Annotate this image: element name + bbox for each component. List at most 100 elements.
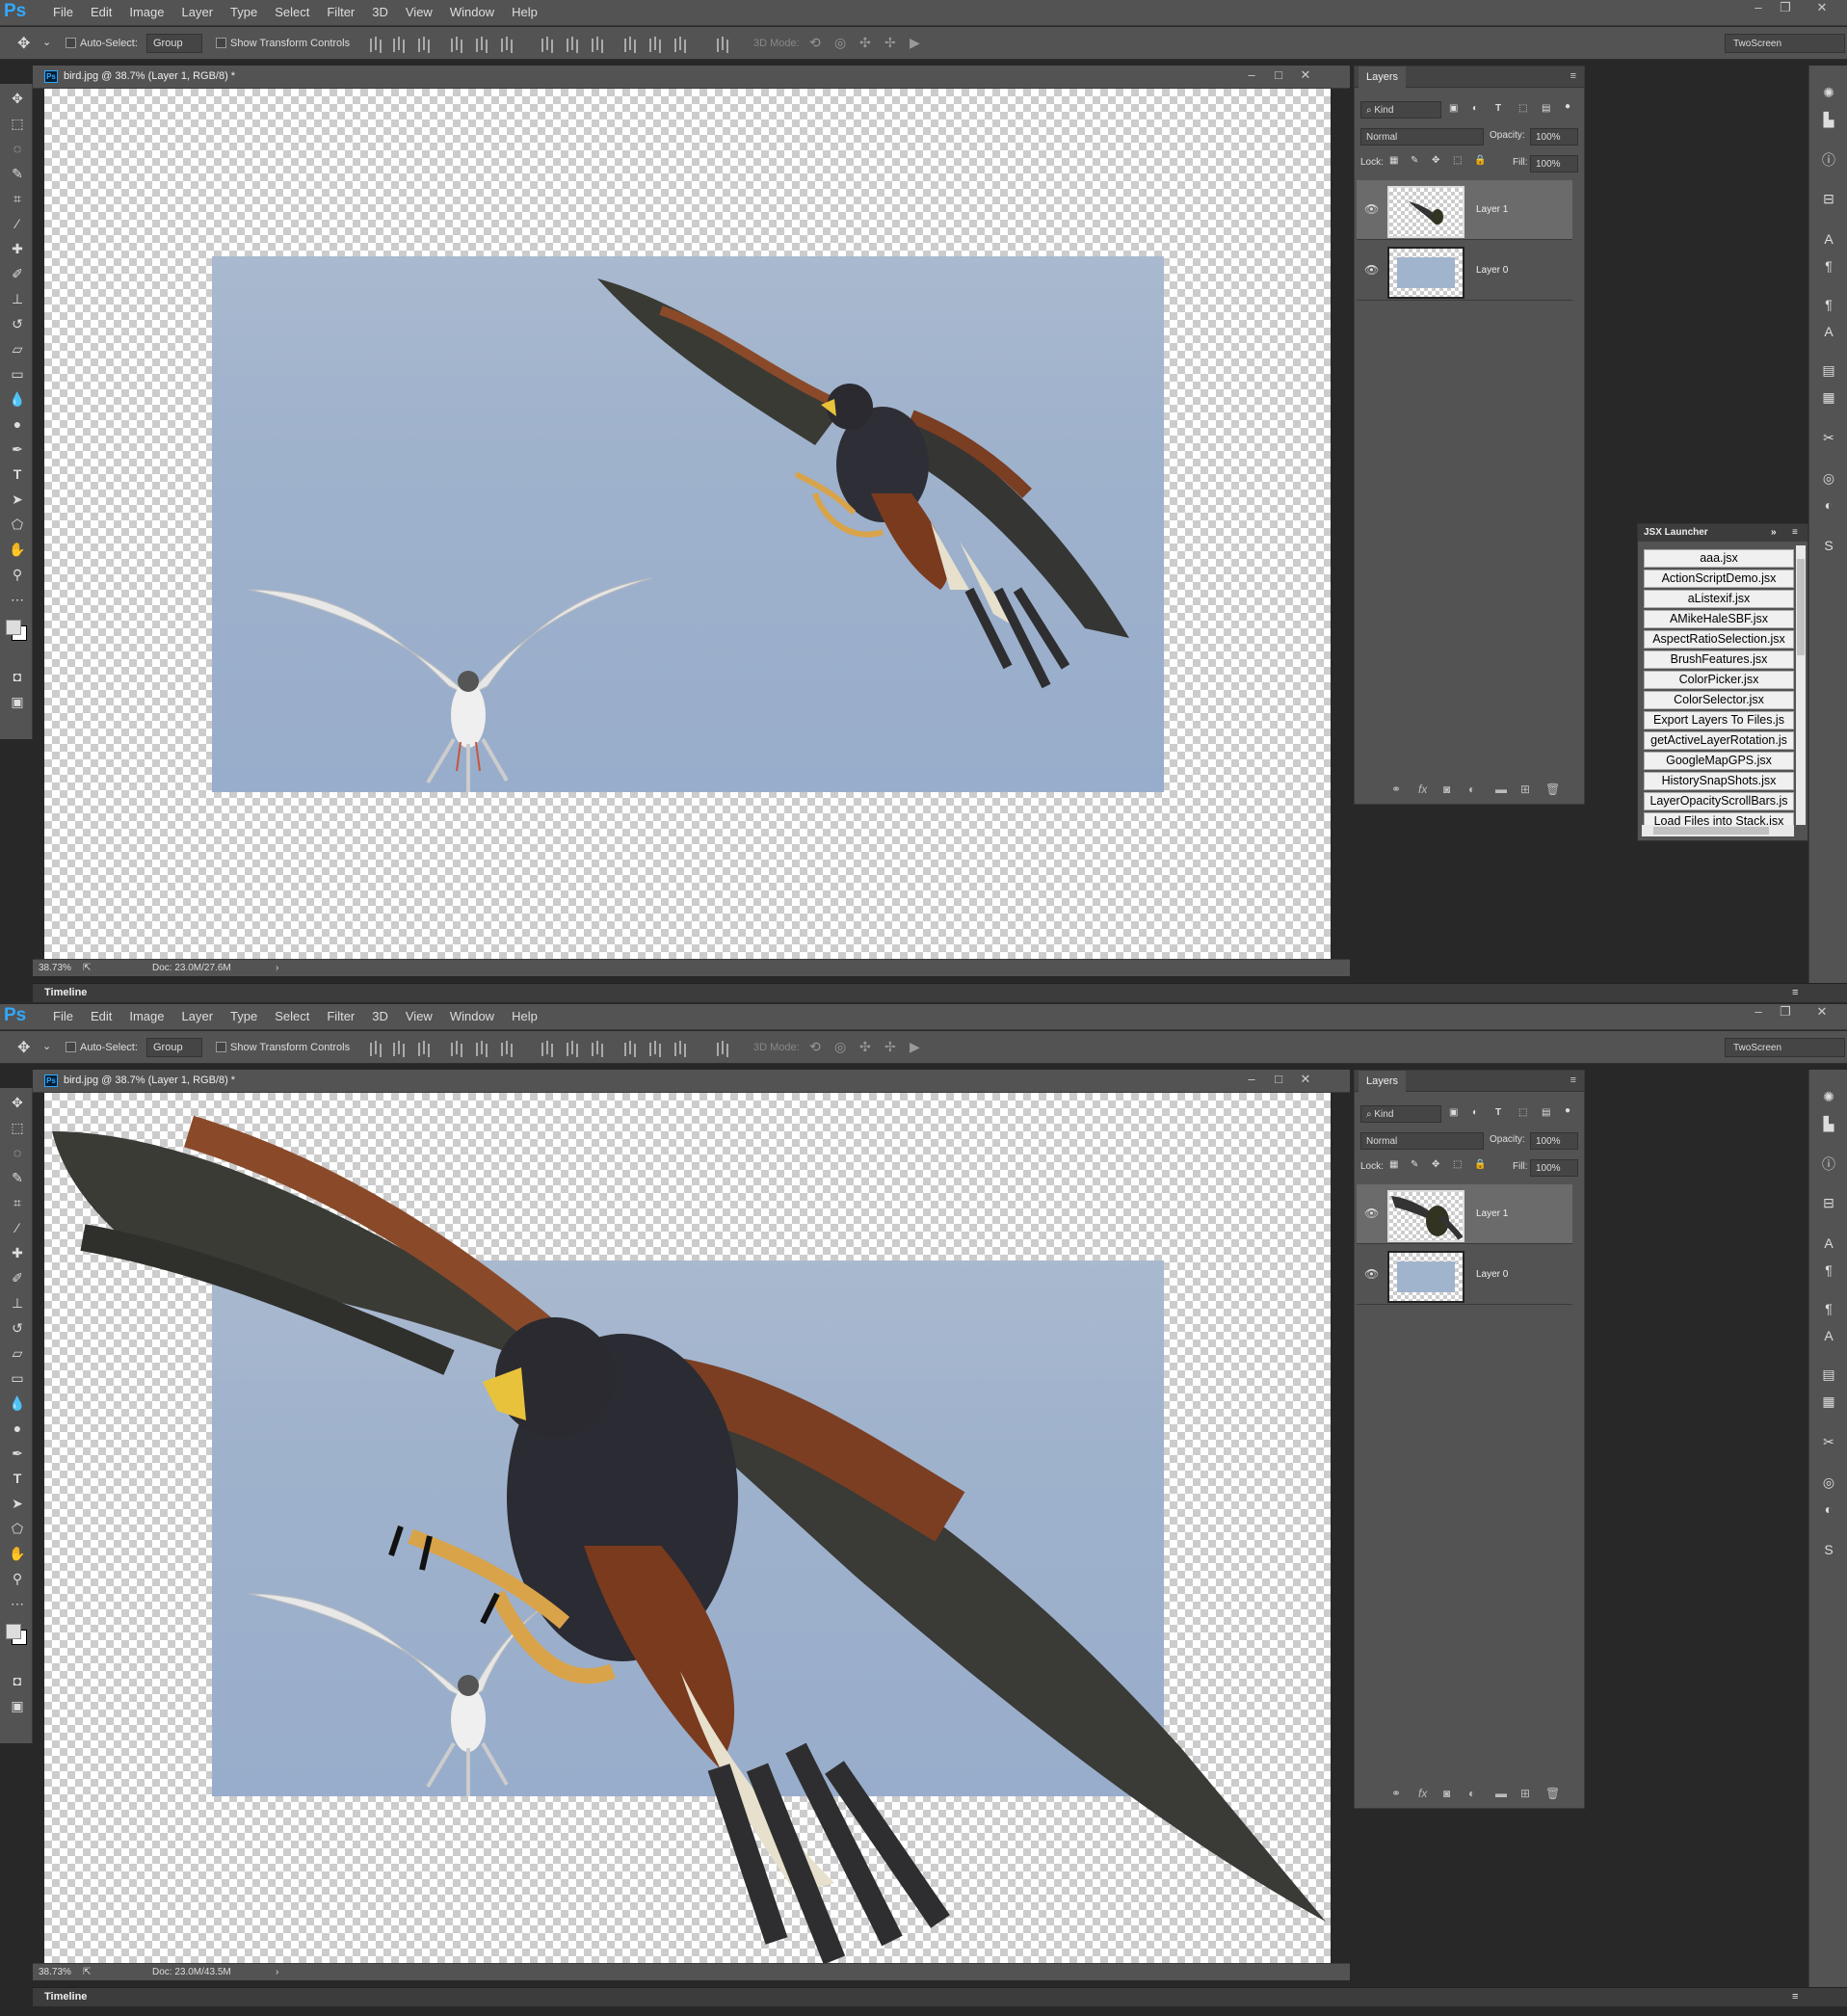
adjustments-icon[interactable]: ◐ xyxy=(1819,495,1838,515)
menu-select[interactable]: Select xyxy=(266,5,318,19)
align-right-icon[interactable] xyxy=(499,36,515,51)
pen-tool-icon[interactable]: ✒ xyxy=(7,1443,28,1464)
layer-comps-icon[interactable]: ▤ xyxy=(1819,360,1838,380)
quick-mask-icon[interactable]: ◘ xyxy=(7,1670,28,1691)
lasso-tool-icon[interactable]: ◌ xyxy=(7,1142,28,1163)
crop-tool-icon[interactable]: ⌗ xyxy=(7,188,28,209)
minimize-icon[interactable]: – xyxy=(1746,0,1771,17)
quick-mask-icon[interactable]: ◘ xyxy=(7,666,28,687)
healing-brush-icon[interactable]: ✚ xyxy=(7,1242,28,1263)
menu-filter[interactable]: Filter xyxy=(318,5,363,19)
dodge-tool-icon[interactable]: ● xyxy=(7,1418,28,1439)
histogram-icon[interactable]: ▙ xyxy=(1819,110,1838,129)
eyedropper-tool-icon[interactable]: ⁄ xyxy=(7,1217,28,1238)
marquee-tool-icon[interactable]: ⬚ xyxy=(7,1117,28,1138)
eye-icon[interactable]: 👁 xyxy=(1364,263,1379,277)
panel-menu-icon[interactable]: ≡ xyxy=(1792,527,1798,538)
lock-position-icon[interactable]: ✥ xyxy=(1432,1159,1439,1179)
filter-toggle-icon[interactable]: ● xyxy=(1565,1105,1570,1125)
menu-layer[interactable]: Layer xyxy=(173,1009,223,1023)
distribute-vcenter-icon[interactable] xyxy=(565,36,580,51)
document-canvas[interactable] xyxy=(44,89,1331,959)
fx-icon[interactable]: fx xyxy=(1418,1787,1427,1800)
filter-shape-icon[interactable]: ⬚ xyxy=(1518,103,1527,122)
healing-brush-icon[interactable]: ✚ xyxy=(7,238,28,259)
close-icon[interactable]: ✕ xyxy=(1295,67,1316,83)
align-bottom-icon[interactable] xyxy=(416,1040,432,1055)
adjustments-icon[interactable]: ◐ xyxy=(1819,1499,1838,1519)
menu-file[interactable]: File xyxy=(44,5,82,19)
jsx-launcher-icon[interactable]: S xyxy=(1819,1540,1838,1559)
menu-layer[interactable]: Layer xyxy=(173,5,223,19)
close-icon[interactable]: ✕ xyxy=(1809,0,1834,17)
jsx-script-button[interactable]: AMikeHaleSBF.jsx xyxy=(1644,610,1794,628)
layer-comps-icon[interactable]: ▤ xyxy=(1819,1365,1838,1384)
quick-select-tool-icon[interactable]: ✎ xyxy=(7,1167,28,1188)
distribute-left-icon[interactable] xyxy=(622,36,638,51)
properties-icon[interactable]: ⊟ xyxy=(1819,189,1838,208)
restore-icon[interactable]: ❐ xyxy=(1773,1004,1798,1021)
menu-view[interactable]: View xyxy=(397,1009,441,1023)
menu-window[interactable]: Window xyxy=(441,5,503,19)
jsx-script-button[interactable]: aListexif.jsx xyxy=(1644,590,1794,608)
jsx-script-button[interactable]: ColorSelector.jsx xyxy=(1644,691,1794,709)
workspace-dropdown[interactable]: TwoScreen xyxy=(1725,1038,1845,1057)
info-icon[interactable]: ⓘ xyxy=(1819,1154,1838,1174)
eraser-tool-icon[interactable]: ▱ xyxy=(7,338,28,359)
mask-icon[interactable]: ◙ xyxy=(1443,783,1450,796)
lock-transparency-icon[interactable]: ▦ xyxy=(1389,1159,1398,1179)
move-tool-icon[interactable]: ✥ xyxy=(7,1092,28,1113)
menu-type[interactable]: Type xyxy=(222,5,266,19)
menu-edit[interactable]: Edit xyxy=(82,1009,120,1023)
align-left-icon[interactable] xyxy=(449,1040,464,1055)
menu-type[interactable]: Type xyxy=(222,1009,266,1023)
path-select-icon[interactable]: ➤ xyxy=(7,1493,28,1514)
eye-icon[interactable]: 👁 xyxy=(1364,1207,1379,1220)
pan-3d-icon[interactable]: ✣ xyxy=(859,35,871,51)
eyedropper-tool-icon[interactable]: ⁄ xyxy=(7,213,28,234)
chevron-down-icon[interactable]: ⌄ xyxy=(42,36,51,48)
align-top-icon[interactable] xyxy=(368,36,383,51)
distribute-right-icon[interactable] xyxy=(673,36,688,51)
close-icon[interactable]: ✕ xyxy=(1295,1072,1316,1087)
distribute-bottom-icon[interactable] xyxy=(590,36,605,51)
chevron-down-icon[interactable]: ⌄ xyxy=(42,1040,51,1052)
mask-icon[interactable]: ◙ xyxy=(1443,1787,1450,1800)
screen-mode-icon[interactable]: ▣ xyxy=(7,691,28,712)
eye-icon[interactable]: 👁 xyxy=(1364,202,1379,216)
distribute-top-icon[interactable] xyxy=(540,1040,555,1055)
folder-icon[interactable]: ▬ xyxy=(1495,1787,1507,1800)
menu-select[interactable]: Select xyxy=(266,1009,318,1023)
layer-row[interactable]: 👁 Layer 0 xyxy=(1357,241,1572,301)
filter-pixel-icon[interactable]: ▣ xyxy=(1449,103,1458,122)
menu-edit[interactable]: Edit xyxy=(82,5,120,19)
zoom-readout[interactable]: 38.73% xyxy=(39,963,71,973)
folder-icon[interactable]: ▬ xyxy=(1495,783,1507,796)
jsx-script-button[interactable]: ColorPicker.jsx xyxy=(1644,671,1794,689)
jsx-script-button[interactable]: HistorySnapShots.jsx xyxy=(1644,772,1794,790)
close-icon[interactable]: ✕ xyxy=(1809,1004,1834,1021)
filter-pixel-icon[interactable]: ▣ xyxy=(1449,1107,1458,1127)
glyphs-icon[interactable]: A xyxy=(1819,1326,1838,1345)
auto-select-dropdown[interactable]: Group xyxy=(146,1038,202,1057)
gradient-tool-icon[interactable]: ▭ xyxy=(7,1367,28,1389)
distribute-left-icon[interactable] xyxy=(622,1040,638,1055)
timeline-panel[interactable]: Timeline ≡ xyxy=(33,983,1847,1002)
auto-select-dropdown[interactable]: Group xyxy=(146,34,202,53)
scale-3d-icon[interactable]: ▶ xyxy=(910,1039,920,1055)
layer-filter-dropdown[interactable]: ⌕ Kind xyxy=(1360,1105,1441,1123)
align-hcenter-icon[interactable] xyxy=(474,1040,489,1055)
auto-select-checkbox[interactable]: Auto-Select: xyxy=(66,1042,138,1053)
horizontal-scrollbar[interactable] xyxy=(1642,825,1794,836)
zoom-tool-icon[interactable]: ⚲ xyxy=(7,1568,28,1589)
share-icon[interactable]: ⇱ xyxy=(83,1967,91,1977)
stamp-tool-icon[interactable]: ⊥ xyxy=(7,288,28,309)
shape-tool-icon[interactable]: ⬠ xyxy=(7,514,28,535)
zoom-tool-icon[interactable]: ⚲ xyxy=(7,564,28,585)
channels-icon[interactable]: ◎ xyxy=(1819,468,1838,488)
menu-help[interactable]: Help xyxy=(503,5,546,19)
lock-pixels-icon[interactable]: ✎ xyxy=(1411,1159,1418,1179)
tool-presets-icon[interactable]: ✂ xyxy=(1819,428,1838,447)
new-layer-icon[interactable]: ⊞ xyxy=(1520,1787,1530,1800)
restore-icon[interactable]: □ xyxy=(1268,67,1289,82)
